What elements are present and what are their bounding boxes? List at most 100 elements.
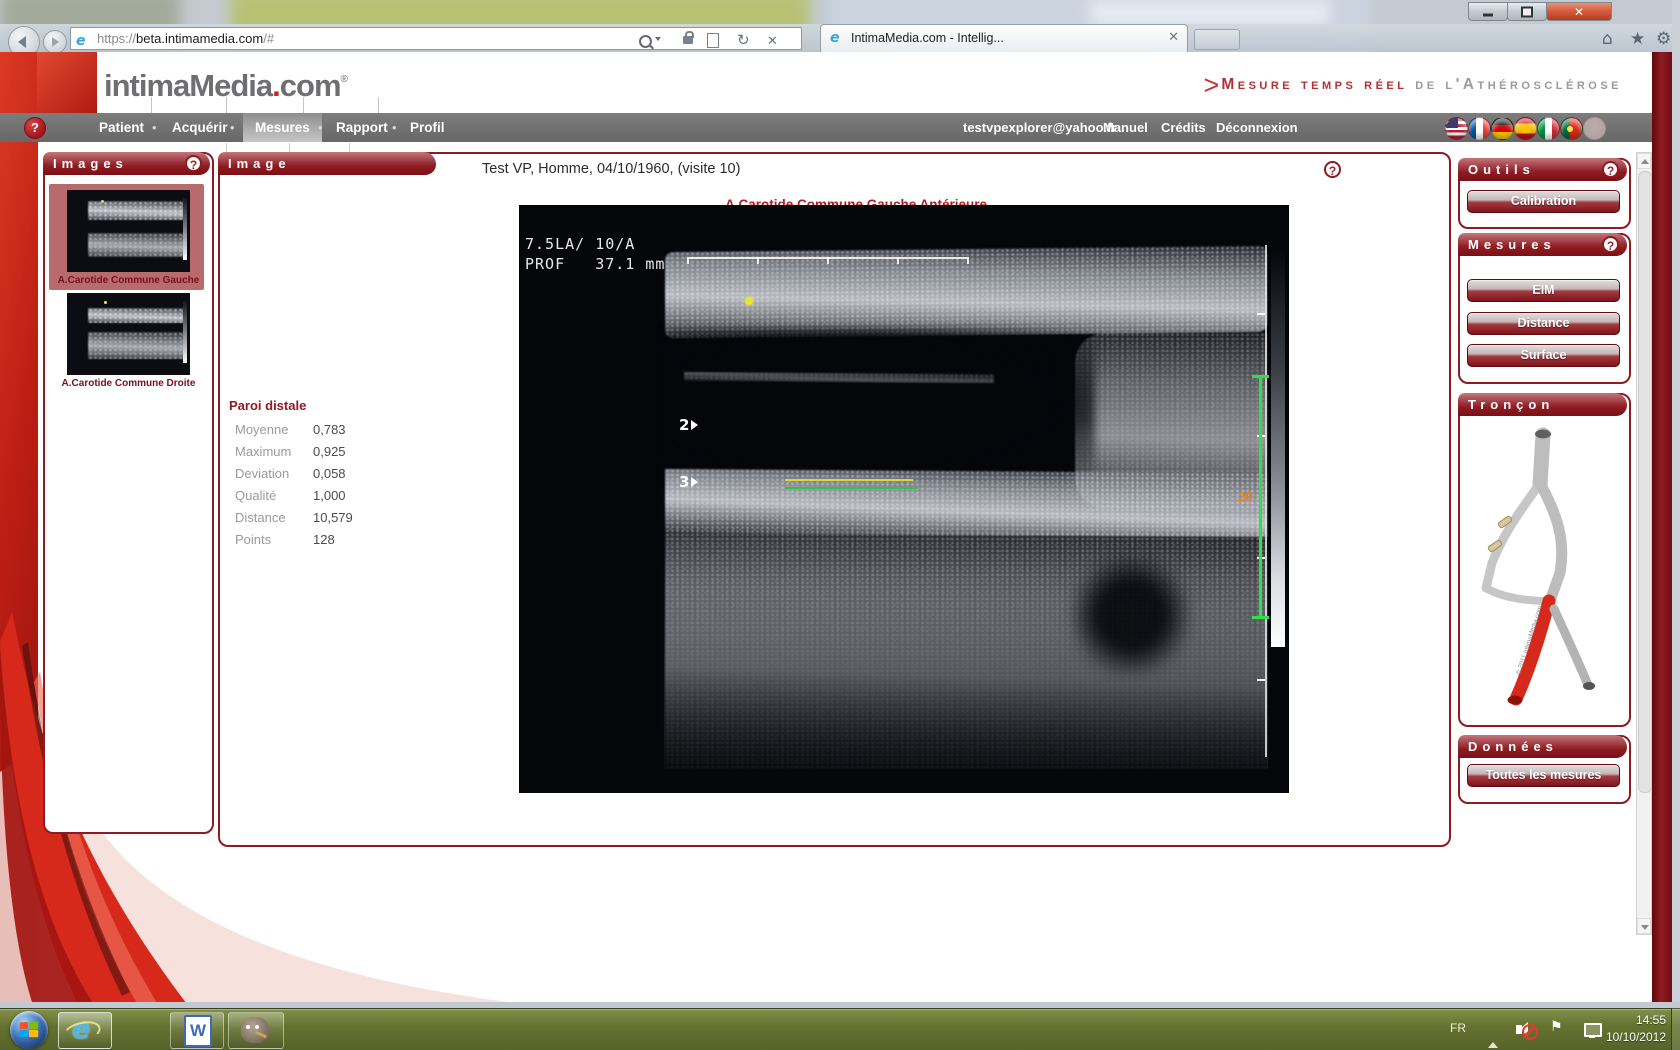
nav-item-credits[interactable]: Crédits	[1161, 113, 1206, 142]
browser-tab[interactable]: e IntimaMedia.com - Intellig... ✕	[820, 24, 1188, 52]
us-depth-label: 20	[1225, 489, 1253, 504]
nav-item-mesures[interactable]: Mesures	[243, 113, 322, 142]
images-help-icon[interactable]: ?	[185, 155, 202, 172]
eim-button[interactable]: EIM	[1467, 279, 1620, 302]
language-indicator[interactable]: FR	[1450, 1021, 1466, 1035]
right-red-border-decor	[1652, 52, 1672, 1008]
nav-separator-dot: •	[152, 113, 157, 142]
taskbar-word-button[interactable]: W	[170, 1012, 224, 1049]
us-top-ruler-ticks	[687, 257, 971, 264]
image-help-icon[interactable]: ?	[1324, 161, 1341, 178]
distance-button[interactable]: Distance	[1467, 312, 1620, 335]
taskbar-ie-button[interactable]: e	[58, 1012, 112, 1049]
window-minimize-button[interactable]	[1468, 2, 1508, 21]
nav-help-icon[interactable]: ?	[24, 117, 46, 139]
nav-item-profil[interactable]: Profil	[406, 113, 449, 142]
image-panel: Image Test VP, Homme, 04/10/1960, (visit…	[218, 152, 1451, 847]
new-tab-button[interactable]	[1194, 29, 1240, 50]
flag-it-icon[interactable]	[1537, 117, 1560, 140]
action-center-flag-icon[interactable]: ⚑	[1550, 1019, 1563, 1035]
images-panel: Images ? A.Carotide Commune Gauche A.Car…	[43, 152, 214, 834]
main-nav-bar: ? Patient • Acquérir • Mesures • Rapport…	[0, 113, 1652, 142]
nav-separator-dot: •	[230, 113, 235, 142]
favorites-star-icon[interactable]: ★	[1630, 29, 1645, 49]
measurement-stats: Paroi distale Moyenne0,783 Maximum0,925 …	[229, 398, 429, 554]
flag-us-icon[interactable]	[1445, 117, 1468, 140]
window-close-button[interactable]: ✕	[1546, 2, 1612, 21]
thumb-echo-band	[88, 233, 185, 258]
compatibility-view-icon[interactable]	[707, 33, 719, 48]
stat-row: Points128	[235, 532, 429, 547]
tray-clock[interactable]: 14:55 10/10/2012	[1606, 1012, 1666, 1046]
flag-disabled-icon	[1583, 117, 1606, 140]
troncon-panel: Tronçon © 2011 IntimaMedia.com	[1458, 393, 1631, 727]
scroll-up-button[interactable]	[1637, 153, 1651, 169]
us-vessel-lumen	[665, 329, 1095, 481]
mesures-panel-header: Mesures ?	[1458, 233, 1627, 256]
start-button[interactable]	[10, 1011, 48, 1049]
home-icon[interactable]: ⌂	[1602, 29, 1613, 49]
stop-icon[interactable]: ✕	[767, 31, 778, 52]
page-scrollbar[interactable]	[1636, 152, 1652, 935]
nav-item-manuel[interactable]: Manuel	[1103, 113, 1148, 142]
flag-es-icon[interactable]	[1514, 117, 1537, 140]
outils-panel: Outils ? Calibration	[1458, 158, 1631, 229]
thumbnail-caption: A.Carotide Commune Droite	[45, 378, 212, 389]
nav-item-deconnexion[interactable]: Déconnexion	[1216, 113, 1298, 142]
logo-red-square	[37, 52, 97, 113]
us-yellow-measure-line	[785, 479, 913, 481]
stat-row: Maximum0,925	[235, 444, 429, 459]
tab-title: IntimaMedia.com - Intellig...	[851, 31, 1004, 45]
address-bar[interactable]: e https://beta.intimamedia.com/# ↻ ✕	[70, 27, 802, 50]
surface-button[interactable]: Surface	[1467, 344, 1620, 367]
stats-title: Paroi distale	[229, 398, 429, 413]
ultrasound-image[interactable]: 7.5LA/ 10/A PROF 37.1 mm 2 3	[519, 205, 1289, 793]
nav-item-patient[interactable]: Patient	[95, 113, 148, 142]
url-text[interactable]: https://beta.intimamedia.com/#	[97, 28, 274, 49]
site-tagline: >Mesure temps réel de l'Athérosclérose	[1204, 70, 1622, 101]
mesures-panel: Mesures ? EIM Distance Surface	[1458, 233, 1631, 384]
nav-tick	[226, 97, 227, 113]
donnees-panel-header: Données	[1458, 735, 1627, 758]
thumb-grayscale-bar	[183, 198, 187, 260]
stat-row: Distance10,579	[235, 510, 429, 525]
thumb-echo-band	[88, 332, 185, 358]
chevron-icon: >	[1204, 70, 1220, 100]
browser-forward-button[interactable]	[43, 30, 67, 52]
search-icon[interactable]	[639, 34, 661, 52]
calibration-button[interactable]: Calibration	[1467, 190, 1620, 213]
window-restore-button[interactable]	[1507, 2, 1547, 21]
mesures-help-icon[interactable]: ?	[1602, 236, 1619, 253]
images-panel-header: Images ?	[43, 152, 210, 175]
tab-close-icon[interactable]: ✕	[1168, 30, 1179, 45]
thumbnail-carotide-droite[interactable]	[67, 293, 190, 375]
lock-icon	[683, 36, 693, 44]
tray-hidden-icons-arrow[interactable]	[1488, 1026, 1498, 1042]
thumbnail-carotide-gauche[interactable]	[67, 190, 190, 272]
browser-back-button[interactable]	[8, 26, 40, 52]
word-icon: W	[184, 1015, 212, 1047]
scroll-down-button[interactable]	[1637, 918, 1651, 934]
nav-subtick	[349, 143, 350, 152]
taskbar-gimp-button[interactable]	[228, 1012, 284, 1049]
outils-help-icon[interactable]: ?	[1602, 161, 1619, 178]
user-email: testvpexplorer@yahoo.fr	[963, 113, 1117, 142]
page: intimaMedia.com® >Mesure temps réel de l…	[0, 52, 1672, 1008]
toutes-les-mesures-button[interactable]: Toutes les mesures	[1467, 764, 1620, 787]
ie-ring-icon	[61, 1018, 103, 1047]
refresh-icon[interactable]: ↻	[737, 30, 750, 51]
us-right-ruler	[1265, 245, 1267, 757]
tray-time: 14:55	[1606, 1012, 1666, 1029]
nav-subtick	[289, 143, 290, 152]
nav-item-rapport[interactable]: Rapport	[332, 113, 392, 142]
nav-item-acquerir[interactable]: Acquérir	[168, 113, 232, 142]
scrollbar-thumb[interactable]	[1638, 171, 1652, 793]
flag-de-icon[interactable]	[1491, 117, 1514, 140]
carotid-artery-diagram[interactable]: © 2011 IntimaMedia.com	[1468, 423, 1618, 719]
settings-gear-icon[interactable]: ⚙	[1656, 29, 1671, 49]
show-desktop-button[interactable]	[1671, 1008, 1680, 1050]
flag-pt-icon[interactable]	[1560, 117, 1583, 140]
flag-fr-icon[interactable]	[1468, 117, 1491, 140]
tab-favicon: e	[830, 30, 840, 46]
stat-row: Deviation0,058	[235, 466, 429, 481]
